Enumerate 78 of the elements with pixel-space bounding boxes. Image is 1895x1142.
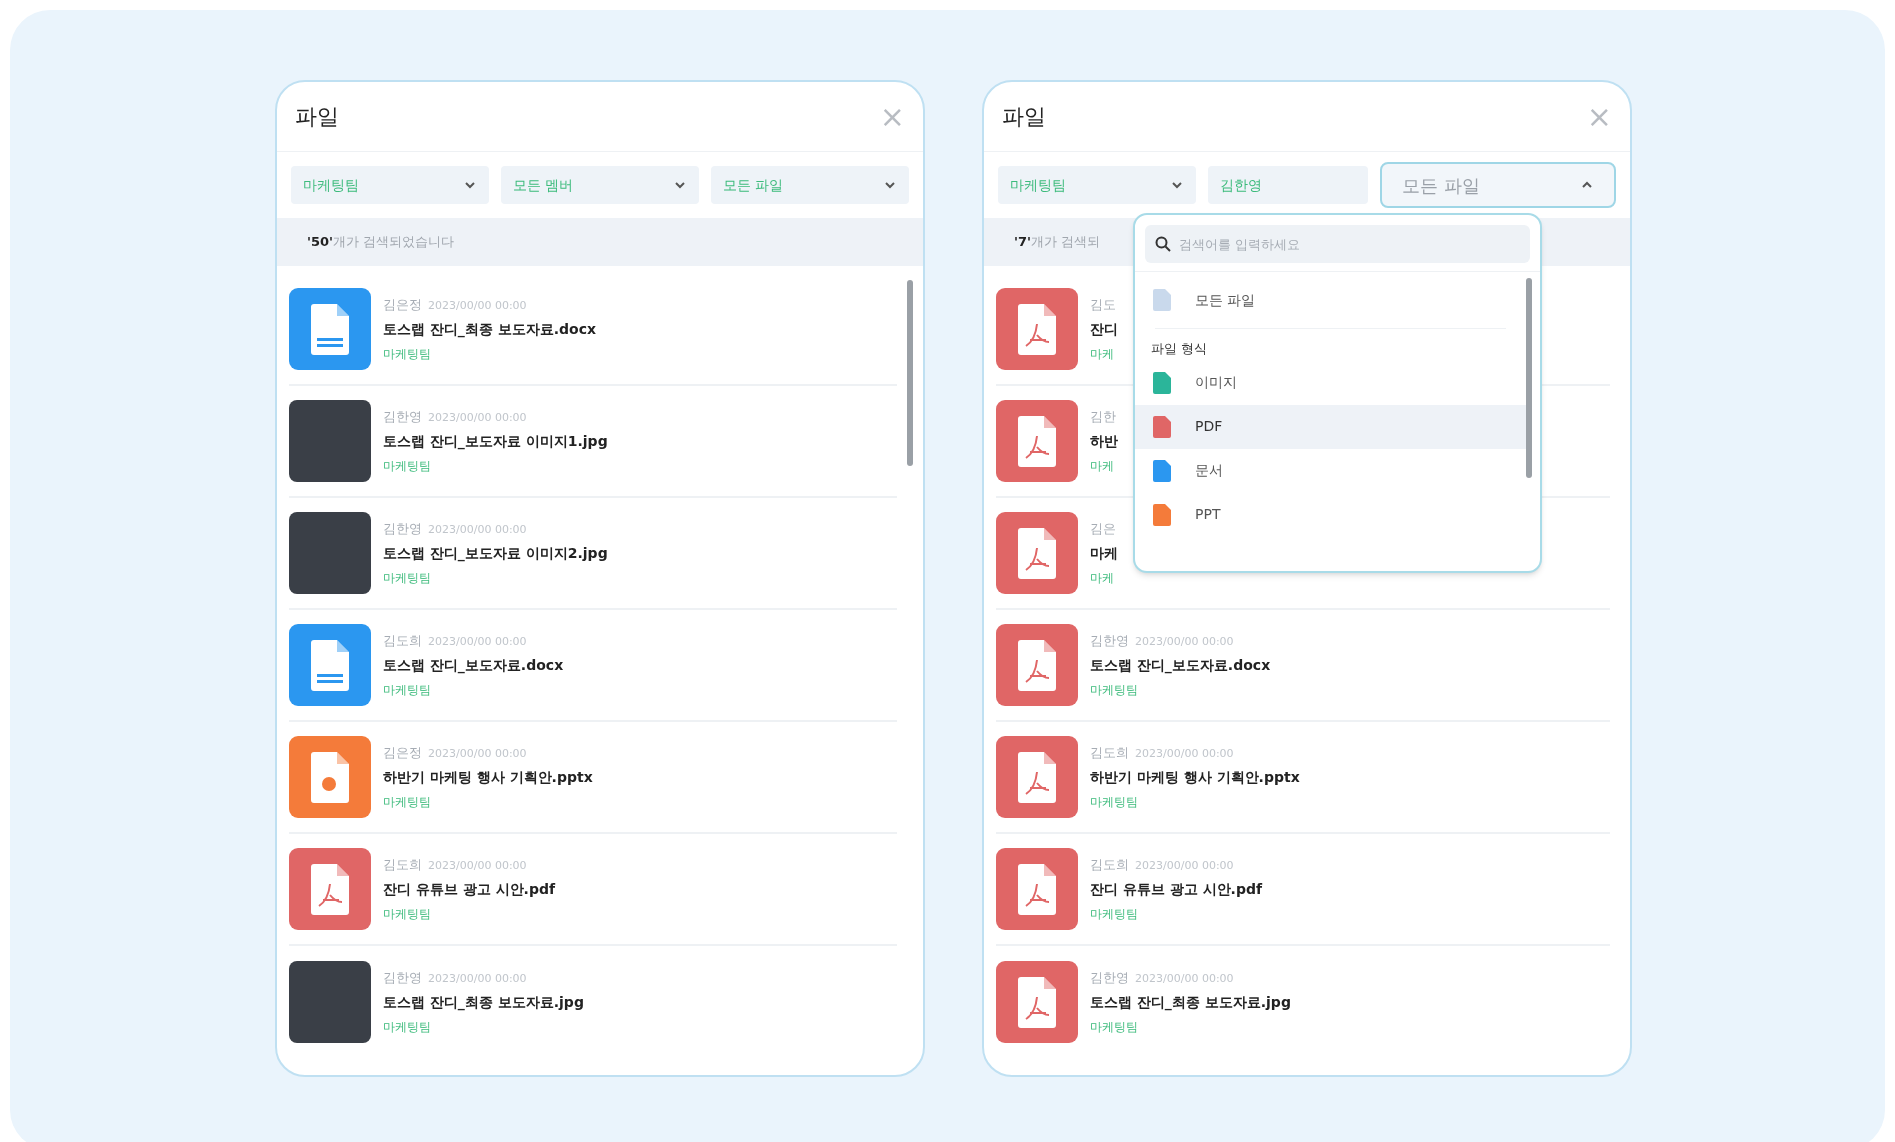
pdf-file-icon xyxy=(996,512,1078,594)
author-name: 김한 xyxy=(1090,407,1116,426)
scrollbar-thumb[interactable] xyxy=(907,280,913,466)
author-name: 김도희 xyxy=(1090,743,1129,762)
file-date: 2023/00/00 00:00 xyxy=(428,970,527,987)
team-tag: 마케 xyxy=(1090,457,1118,476)
file-name[interactable]: 토스랩 잔디_보도자료 이미지1.jpg xyxy=(383,431,608,453)
team-tag: 마케팅팀 xyxy=(1090,681,1271,700)
author-name: 김도희 xyxy=(383,855,422,874)
section-label: 파일 형식 xyxy=(1150,340,1209,358)
author-name: 김도희 xyxy=(383,631,422,650)
file-date: 2023/00/00 00:00 xyxy=(1135,633,1234,650)
scrollbar-thumb[interactable] xyxy=(1526,278,1532,478)
file-date: 2023/00/00 00:00 xyxy=(428,297,527,314)
author-name: 김한영 xyxy=(383,407,422,426)
team-tag: 마케팅팀 xyxy=(383,345,597,364)
pdf-file-icon xyxy=(996,624,1078,706)
search-icon xyxy=(1155,236,1171,252)
team-tag: 마케팅팀 xyxy=(383,905,556,924)
dropdown-option[interactable]: PDF xyxy=(1135,404,1526,449)
file-date: 2023/00/00 00:00 xyxy=(1135,745,1234,762)
file-name[interactable]: 마케 xyxy=(1090,543,1118,565)
author-name: 김한영 xyxy=(383,519,422,538)
result-count: '50'개가 검색되었습니다 xyxy=(307,233,455,252)
panel-title: 파일 xyxy=(1002,103,1046,131)
file-name[interactable]: 토스랩 잔디_최종 보도자료.jpg xyxy=(1090,992,1291,1014)
file-name[interactable]: 토스랩 잔디_보도자료 이미지2.jpg xyxy=(383,543,608,565)
team-tag: 마케팅팀 xyxy=(1090,793,1300,812)
pdf-file-icon xyxy=(996,736,1078,818)
file-name[interactable]: 잔디 xyxy=(1090,319,1118,341)
pdf-file-icon xyxy=(996,961,1078,1043)
search-field[interactable]: 검색어를 입력하세요 xyxy=(1145,225,1530,263)
document-file-icon xyxy=(289,288,371,370)
file-date: 2023/00/00 00:00 xyxy=(428,521,527,538)
file-name[interactable]: 토스랩 잔디_최종 보도자료.jpg xyxy=(383,992,584,1014)
document-file-icon xyxy=(289,624,371,706)
author-name: 김한영 xyxy=(1090,631,1129,650)
file-name[interactable]: 토스랩 잔디_보도자료.docx xyxy=(1090,655,1271,677)
pdf-file-icon xyxy=(996,848,1078,930)
file-date: 2023/00/00 00:00 xyxy=(428,857,527,874)
pdf-file-icon xyxy=(996,400,1078,482)
team-tag: 마케 xyxy=(1090,569,1118,588)
file-date: 2023/00/00 00:00 xyxy=(428,633,527,650)
result-count: '7'개가 검색되 xyxy=(1014,233,1101,252)
team-tag: 마케팅팀 xyxy=(383,793,593,812)
file-name[interactable]: 잔디 유튜브 광고 시안.pdf xyxy=(383,879,556,901)
team-tag: 마케팅팀 xyxy=(383,569,608,588)
dropdown-option[interactable]: 이미지 xyxy=(1135,360,1526,405)
file-name[interactable]: 하반기 마케팅 행사 기획안.pptx xyxy=(1090,767,1300,789)
team-tag: 마케팅팀 xyxy=(383,1018,584,1037)
file-name[interactable]: 하반기 마케팅 행사 기획안.pptx xyxy=(383,767,593,789)
team-tag: 마케팅팀 xyxy=(1090,905,1263,924)
dropdown-option[interactable]: PPT xyxy=(1135,492,1526,537)
pdf-file-icon xyxy=(289,848,371,930)
pdf-file-icon xyxy=(996,288,1078,370)
author-name: 김은 xyxy=(1090,519,1116,538)
file-name[interactable]: 토스랩 잔디_최종 보도자료.docx xyxy=(383,319,597,341)
file-name[interactable]: 잔디 유튜브 광고 시안.pdf xyxy=(1090,879,1263,901)
author-name: 김도희 xyxy=(1090,855,1129,874)
file-date: 2023/00/00 00:00 xyxy=(1135,970,1234,987)
author-name: 김도 xyxy=(1090,295,1116,314)
author-name: 김한영 xyxy=(383,968,422,987)
presentation-file-icon xyxy=(289,736,371,818)
file-name[interactable]: 토스랩 잔디_보도자료.docx xyxy=(383,655,564,677)
file-date: 2023/00/00 00:00 xyxy=(1135,857,1234,874)
file-date: 2023/00/00 00:00 xyxy=(428,409,527,426)
author-name: 김은정 xyxy=(383,295,422,314)
file-date: 2023/00/00 00:00 xyxy=(428,745,527,762)
team-tag: 마케팅팀 xyxy=(383,457,608,476)
team-tag: 마케팅팀 xyxy=(1090,1018,1291,1037)
author-name: 김한영 xyxy=(1090,968,1129,987)
author-name: 김은정 xyxy=(383,743,422,762)
dropdown-option[interactable]: 모든 파일 xyxy=(1135,278,1526,322)
team-tag: 마케팅팀 xyxy=(383,681,564,700)
team-tag: 마케 xyxy=(1090,345,1118,364)
file-name[interactable]: 하반 xyxy=(1090,431,1118,453)
dropdown-option[interactable]: 문서 xyxy=(1135,448,1526,493)
panel-title: 파일 xyxy=(295,103,339,131)
